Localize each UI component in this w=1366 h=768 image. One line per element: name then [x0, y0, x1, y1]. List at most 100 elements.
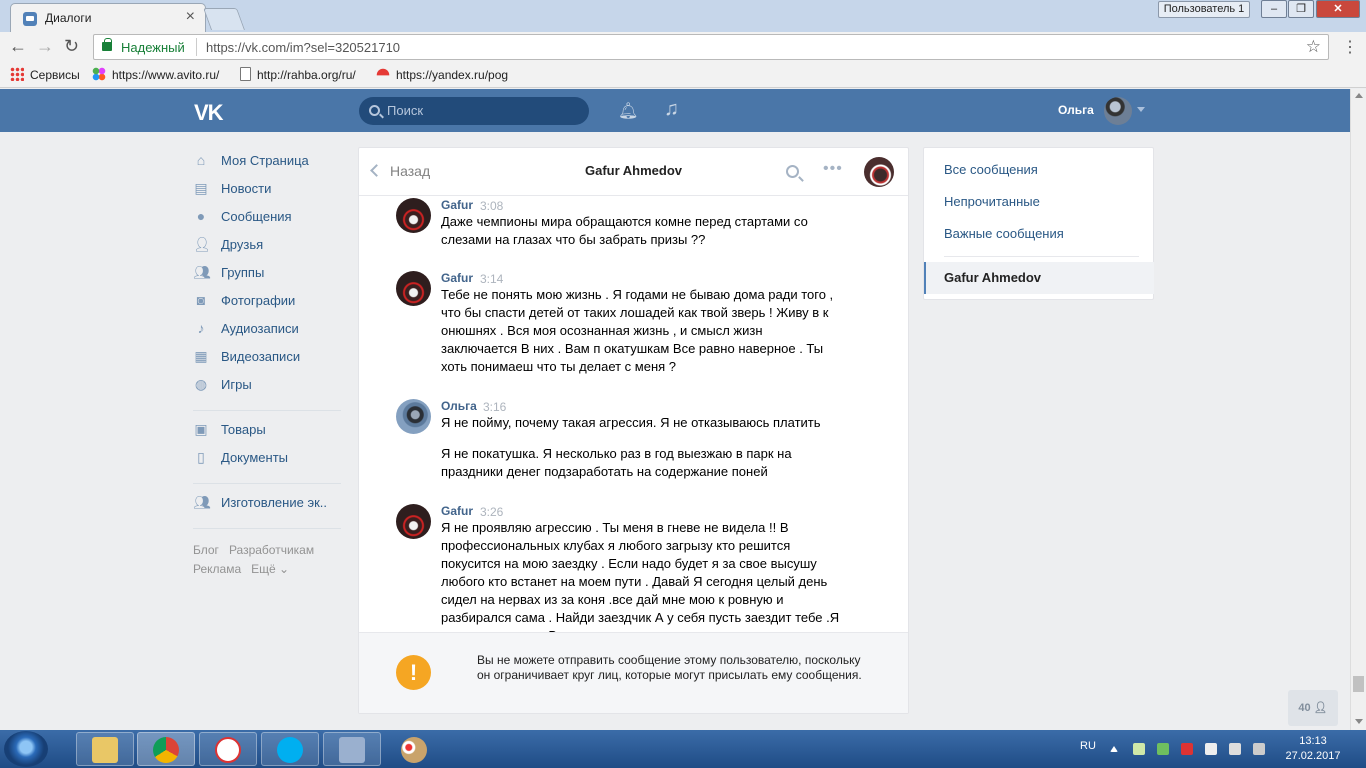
online-friends-button[interactable]: 40 👤︎ [1288, 690, 1338, 726]
footer-ads-link[interactable]: Реклама [193, 562, 241, 576]
user-name[interactable]: Ольга [1058, 103, 1094, 117]
taskbar-paint[interactable] [385, 732, 443, 766]
tray-device-icon[interactable] [1205, 743, 1217, 755]
sidebar-item-audio[interactable]: ♪ Аудиозаписи [193, 318, 343, 346]
tray-clock[interactable]: 13:13 27.02.2017 [1283, 734, 1343, 764]
footer-more-link[interactable]: Ещё ⌄ [251, 562, 289, 576]
sidebar-item-label: Аудиозаписи [221, 321, 299, 336]
minimize-button[interactable]: – [1261, 0, 1287, 18]
sidebar-item-goods[interactable]: ▣ Товары [193, 419, 343, 447]
gamepad-icon: ◍ [194, 376, 208, 392]
maximize-button[interactable]: ❐ [1288, 0, 1314, 18]
sidebar-item-photos[interactable]: ◙ Фотографии [193, 290, 343, 318]
tray-app-icon[interactable] [1133, 743, 1145, 755]
sidebar-item-community[interactable]: 👥︎ Изготовление эк.. [193, 492, 343, 520]
avatar[interactable] [1104, 97, 1132, 125]
start-button[interactable] [4, 731, 48, 767]
folder-icon [92, 737, 118, 763]
page-scrollbar[interactable] [1350, 89, 1366, 730]
tab-title: Диалоги [45, 11, 92, 25]
filter-unread[interactable]: Непрочитанные [944, 194, 1040, 209]
sidebar-item-friends[interactable]: 👤︎ Друзья [193, 234, 343, 262]
more-icon[interactable]: ••• [823, 160, 843, 178]
scroll-down-icon[interactable] [1355, 719, 1363, 724]
message-author[interactable]: Gafur [441, 271, 473, 285]
address-bar[interactable]: Надежный https://vk.com/im?sel=320521710… [93, 34, 1329, 60]
reload-icon[interactable]: ↻ [64, 36, 79, 57]
bookmark-services[interactable]: Сервисы [10, 67, 80, 82]
sidebar-divider [193, 410, 341, 411]
scroll-up-icon[interactable] [1355, 93, 1363, 98]
sidebar-item-video[interactable]: ▦ Видеозаписи [193, 346, 343, 374]
bookmark-label: http://rahba.org/ru/ [257, 68, 356, 82]
search-icon[interactable] [786, 165, 799, 178]
avatar[interactable] [864, 157, 894, 187]
taskbar-skype[interactable] [261, 732, 319, 766]
filter-important[interactable]: Важные сообщения [944, 226, 1064, 241]
url-text[interactable]: https://vk.com/im?sel=320521710 [206, 40, 400, 55]
home-icon: ⌂ [196, 152, 206, 168]
message-author[interactable]: Ольга [441, 399, 477, 413]
tray-volume-icon[interactable] [1253, 743, 1265, 755]
yandex-icon [215, 737, 241, 763]
new-tab-button[interactable] [202, 8, 246, 30]
close-window-button[interactable]: ✕ [1316, 0, 1360, 18]
taskbar-yandex[interactable] [199, 732, 257, 766]
chevron-left-icon [370, 164, 383, 177]
sidebar-item-label: Друзья [221, 237, 264, 252]
back-arrow-icon[interactable]: ← [9, 36, 27, 57]
avatar[interactable] [396, 504, 431, 539]
message-author[interactable]: Gafur [441, 198, 473, 212]
tray-display-icon[interactable] [1229, 743, 1241, 755]
footer-blog-link[interactable]: Блог [193, 543, 219, 557]
tray-network-icon[interactable] [1181, 743, 1193, 755]
tray-security-icon[interactable] [1157, 743, 1169, 755]
clock-time: 13:13 [1299, 735, 1327, 747]
vk-logo[interactable]: VK [194, 100, 224, 126]
user-icon: 👤︎ [1313, 702, 1328, 714]
notice-text: Вы не можете отправить сообщение этому п… [477, 653, 862, 682]
sidebar-item-news[interactable]: ▤ Новости [193, 178, 343, 206]
tab-dialogs[interactable]: Диалоги × [10, 3, 206, 32]
bookmark-star-icon[interactable]: ☆ [1306, 37, 1321, 57]
search-input[interactable]: Поиск [359, 97, 589, 125]
filter-all-messages[interactable]: Все сообщения [944, 162, 1038, 177]
bell-icon[interactable]: 🔔︎ [618, 101, 638, 120]
profile-button[interactable]: Пользователь 1 [1158, 1, 1250, 18]
language-indicator[interactable]: RU [1080, 740, 1096, 752]
taskbar-keyboard[interactable] [323, 732, 381, 766]
message-time[interactable]: 3:16 [483, 400, 506, 414]
sidebar-item-messages[interactable]: ● Сообщения [193, 206, 343, 234]
message-author[interactable]: Gafur [441, 504, 473, 518]
footer-developers-link[interactable]: Разработчикам [229, 543, 314, 557]
avatar[interactable] [396, 399, 431, 434]
music-icon[interactable]: ♫ [664, 98, 679, 121]
taskbar-chrome[interactable] [137, 732, 195, 766]
active-dialog-item[interactable]: Gafur Ahmedov [924, 262, 1154, 294]
message-time[interactable]: 3:14 [480, 272, 503, 286]
message-time[interactable]: 3:26 [480, 505, 503, 519]
message-time[interactable]: 3:08 [480, 199, 503, 213]
sidebar-item-my-page[interactable]: ⌂ Моя Страница [193, 150, 343, 178]
forward-arrow-icon[interactable]: → [36, 36, 54, 57]
chat-panel: Gafur Ahmedov Назад ••• Gafur 3:08 Даже … [358, 147, 909, 714]
chrome-menu-icon[interactable]: ⋮ [1342, 37, 1358, 57]
bag-icon: ▣ [194, 421, 208, 437]
sidebar-item-groups[interactable]: 👥︎ Группы [193, 262, 343, 290]
back-button[interactable]: Назад [370, 163, 430, 179]
sidebar-item-games[interactable]: ◍ Игры [193, 374, 343, 402]
bookmark-yandex[interactable]: https://yandex.ru/pog [376, 67, 508, 82]
avatar[interactable] [396, 271, 431, 306]
avatar[interactable] [396, 198, 431, 233]
scroll-thumb[interactable] [1353, 676, 1364, 692]
taskbar-explorer[interactable] [76, 732, 134, 766]
tray-expand-icon[interactable] [1110, 746, 1118, 752]
sidebar-item-documents[interactable]: ▯ Документы [193, 447, 343, 475]
message-history[interactable]: Gafur 3:08 Даже чемпионы мира обращаются… [359, 196, 908, 632]
sidebar-item-label: Видеозаписи [221, 349, 301, 364]
bookmark-rahba[interactable]: http://rahba.org/ru/ [240, 67, 356, 82]
chevron-down-icon[interactable] [1137, 107, 1145, 112]
umbrella-icon [376, 67, 390, 76]
tab-close-button[interactable]: × [186, 8, 195, 26]
bookmark-avito[interactable]: https://www.avito.ru/ [92, 67, 219, 82]
